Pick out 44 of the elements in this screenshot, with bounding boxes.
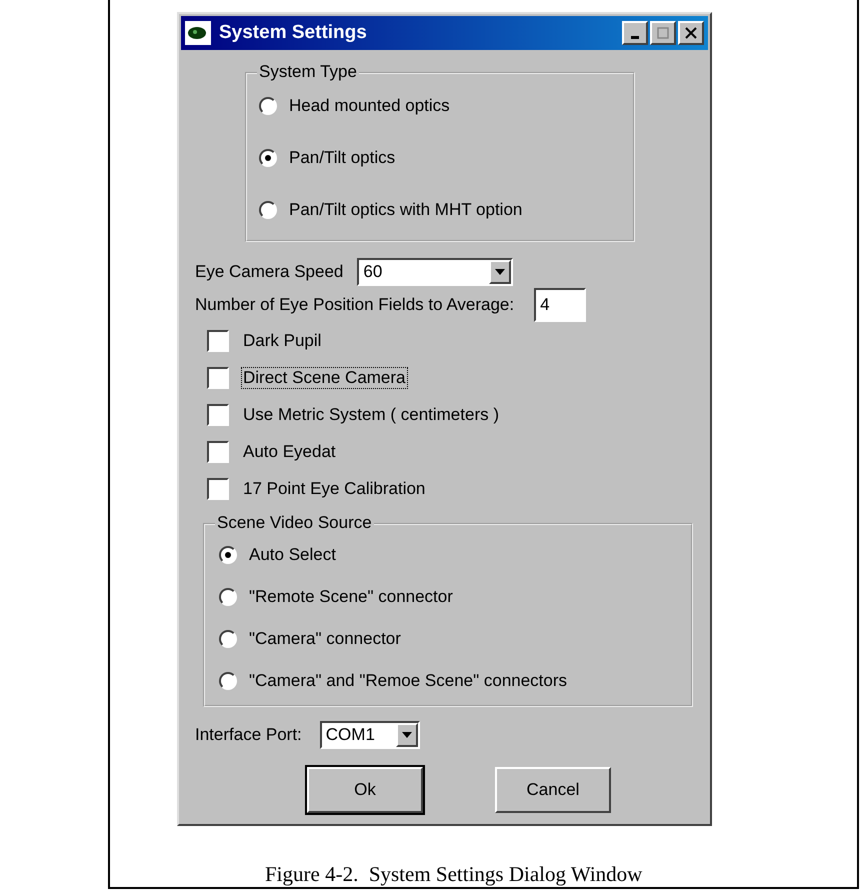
checkbox-label: Dark Pupil bbox=[242, 330, 322, 352]
field-label: Interface Port: bbox=[195, 725, 302, 745]
checkbox[interactable] bbox=[207, 478, 229, 500]
checkbox-label: Direct Scene Camera bbox=[241, 366, 408, 388]
radio-option[interactable]: "Camera" connector bbox=[219, 629, 677, 649]
minimize-button[interactable] bbox=[622, 21, 648, 45]
speed-dropdown[interactable]: 60 bbox=[357, 258, 514, 286]
radio-option[interactable]: "Camera" and "Remoe Scene" connectors bbox=[219, 671, 677, 691]
dialog-button[interactable]: Ok bbox=[307, 767, 423, 813]
radio-option[interactable]: Pan/Tilt optics with MHT option bbox=[259, 200, 621, 220]
close-button[interactable] bbox=[678, 21, 704, 45]
radio-option[interactable]: Pan/Tilt optics bbox=[259, 148, 621, 168]
radio-button[interactable] bbox=[219, 588, 237, 606]
radio-option[interactable]: Auto Select bbox=[219, 545, 677, 565]
checkbox-label: 17 Point Eye Calibration bbox=[242, 478, 426, 500]
group-label: System Type bbox=[257, 62, 359, 82]
checkbox[interactable] bbox=[207, 330, 229, 352]
dialog-button[interactable]: Cancel bbox=[495, 767, 611, 813]
port-dropdown[interactable]: COM1 bbox=[320, 721, 420, 749]
field-label: Number of Eye Position Fields to Average: bbox=[195, 295, 514, 315]
checkbox[interactable] bbox=[207, 404, 229, 426]
close-icon bbox=[685, 27, 697, 39]
radio-option[interactable]: "Remote Scene" connector bbox=[219, 587, 677, 607]
radio-option[interactable]: Head mounted optics bbox=[259, 96, 621, 116]
input-field[interactable]: 4 bbox=[534, 288, 586, 322]
checkbox[interactable] bbox=[207, 366, 229, 388]
radio-button[interactable] bbox=[219, 672, 237, 690]
checkbox-label: Auto Eyedat bbox=[242, 440, 337, 462]
checkbox-label: Use Metric System ( centimeters ) bbox=[242, 404, 500, 426]
field-label: Eye Camera Speed bbox=[195, 262, 344, 282]
radio-button[interactable] bbox=[219, 630, 237, 648]
radio-button[interactable] bbox=[219, 546, 237, 564]
figure-caption: Figure 4-2. System Settings Dialog Window bbox=[265, 862, 642, 887]
radio-button[interactable] bbox=[259, 97, 277, 115]
maximize-button[interactable] bbox=[650, 21, 676, 45]
minimize-icon bbox=[631, 36, 639, 38]
dropdown-arrow-icon bbox=[402, 732, 412, 738]
maximize-icon bbox=[657, 27, 669, 39]
window-title: System Settings bbox=[219, 22, 368, 44]
dropdown-arrow-icon bbox=[495, 269, 506, 275]
radio-button[interactable] bbox=[259, 201, 277, 219]
radio-button[interactable] bbox=[259, 149, 277, 167]
eye-icon bbox=[185, 21, 211, 45]
checkbox[interactable] bbox=[207, 440, 229, 462]
